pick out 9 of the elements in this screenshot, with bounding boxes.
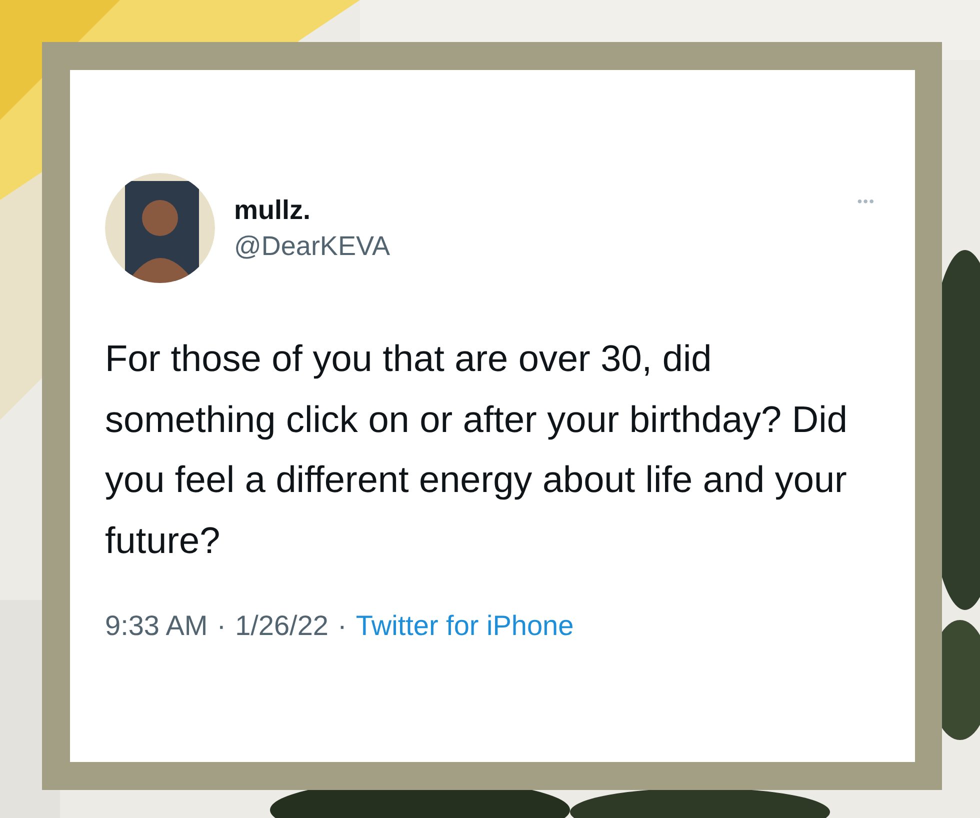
- timestamp-text: 9:33 AM: [105, 610, 208, 642]
- tweet-text: For those of you that are over 30, did something click on or after your birthday? Did you feel a different energy about life and your future?: [105, 337, 848, 562]
- timestamp-text: 1/26/22: [235, 610, 328, 642]
- display-name: mullz.: [234, 194, 312, 227]
- more-button[interactable]: •••: [857, 193, 875, 209]
- timestamp-text: ·: [337, 610, 347, 642]
- user-handle: @DearKEVA: [234, 230, 391, 263]
- timestamp-text: ·: [216, 610, 226, 642]
- source-link[interactable]: Twitter for iPhone: [356, 610, 574, 642]
